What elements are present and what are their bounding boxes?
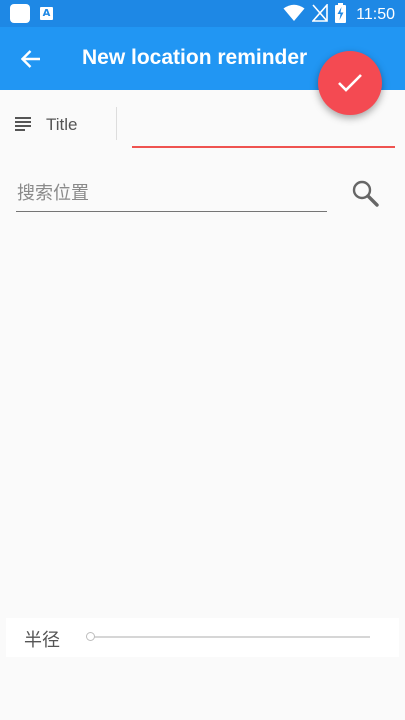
title-input[interactable] bbox=[132, 110, 395, 148]
radius-panel: 半径 bbox=[6, 618, 399, 657]
arrow-back-icon bbox=[21, 50, 40, 68]
a-notification-icon: A bbox=[40, 7, 53, 20]
slider-thumb[interactable] bbox=[86, 632, 95, 641]
slider-track bbox=[91, 636, 370, 638]
radius-label: 半径 bbox=[24, 630, 60, 651]
wifi-icon bbox=[283, 4, 305, 26]
status-notifications: A bbox=[10, 4, 53, 23]
back-button[interactable] bbox=[14, 44, 48, 74]
battery-charging-icon bbox=[335, 3, 347, 27]
radius-slider[interactable] bbox=[86, 629, 372, 645]
app-notification-icon bbox=[10, 4, 30, 23]
search-button[interactable] bbox=[348, 176, 382, 210]
search-location-input[interactable] bbox=[16, 176, 327, 212]
status-bar: A 11:50 bbox=[0, 0, 405, 27]
status-time: 11:50 bbox=[356, 6, 395, 23]
page-title: New location reminder bbox=[82, 46, 308, 69]
no-signal-icon bbox=[311, 2, 328, 26]
title-label: Title bbox=[46, 115, 78, 134]
status-indicators: 11:50 bbox=[283, 2, 395, 27]
map-area[interactable] bbox=[0, 225, 405, 610]
notes-icon bbox=[15, 117, 31, 131]
title-divider bbox=[116, 107, 117, 140]
title-row: Title bbox=[0, 90, 405, 154]
search-icon bbox=[352, 180, 379, 207]
